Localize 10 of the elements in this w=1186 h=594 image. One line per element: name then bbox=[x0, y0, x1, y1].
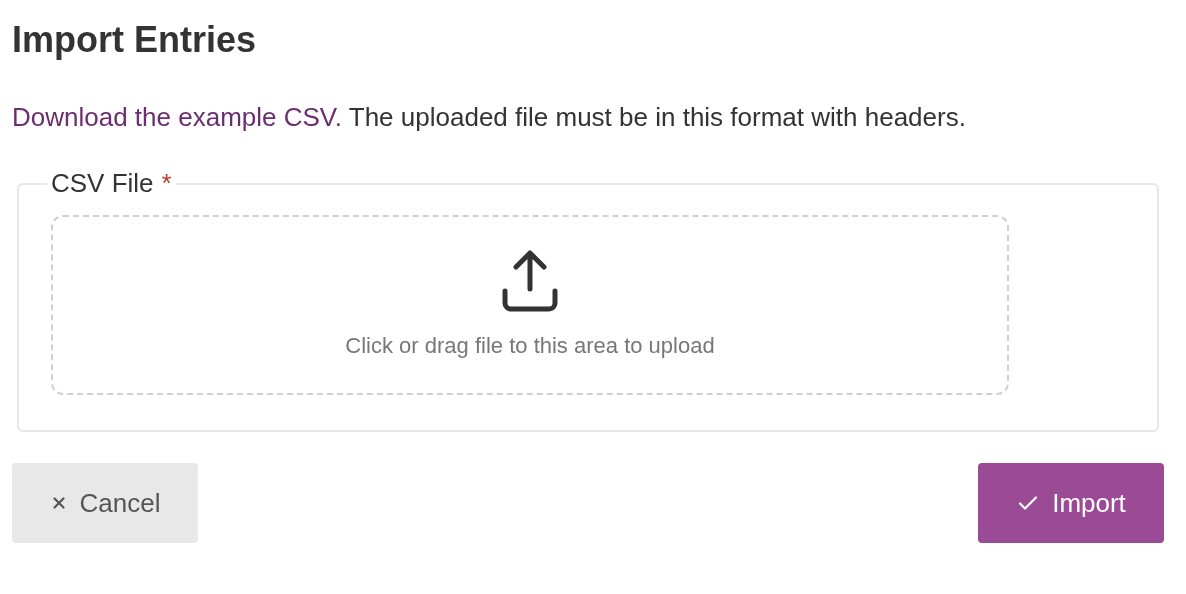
page-title: Import Entries bbox=[12, 18, 257, 62]
dropzone-hint: Click or drag file to this area to upload bbox=[345, 331, 715, 360]
intro-text: Download the example CSV. The uploaded file must be in this format with headers. bbox=[12, 101, 966, 134]
download-link[interactable]: Download the example CSV. bbox=[12, 102, 342, 132]
import-button[interactable]: Import bbox=[978, 463, 1164, 543]
field-label: CSV File bbox=[51, 168, 154, 198]
upload-dropzone[interactable]: Click or drag file to this area to upload bbox=[51, 215, 1009, 395]
upload-icon bbox=[500, 248, 560, 313]
required-mark: * bbox=[161, 168, 172, 198]
cancel-button[interactable]: Cancel bbox=[12, 463, 198, 543]
